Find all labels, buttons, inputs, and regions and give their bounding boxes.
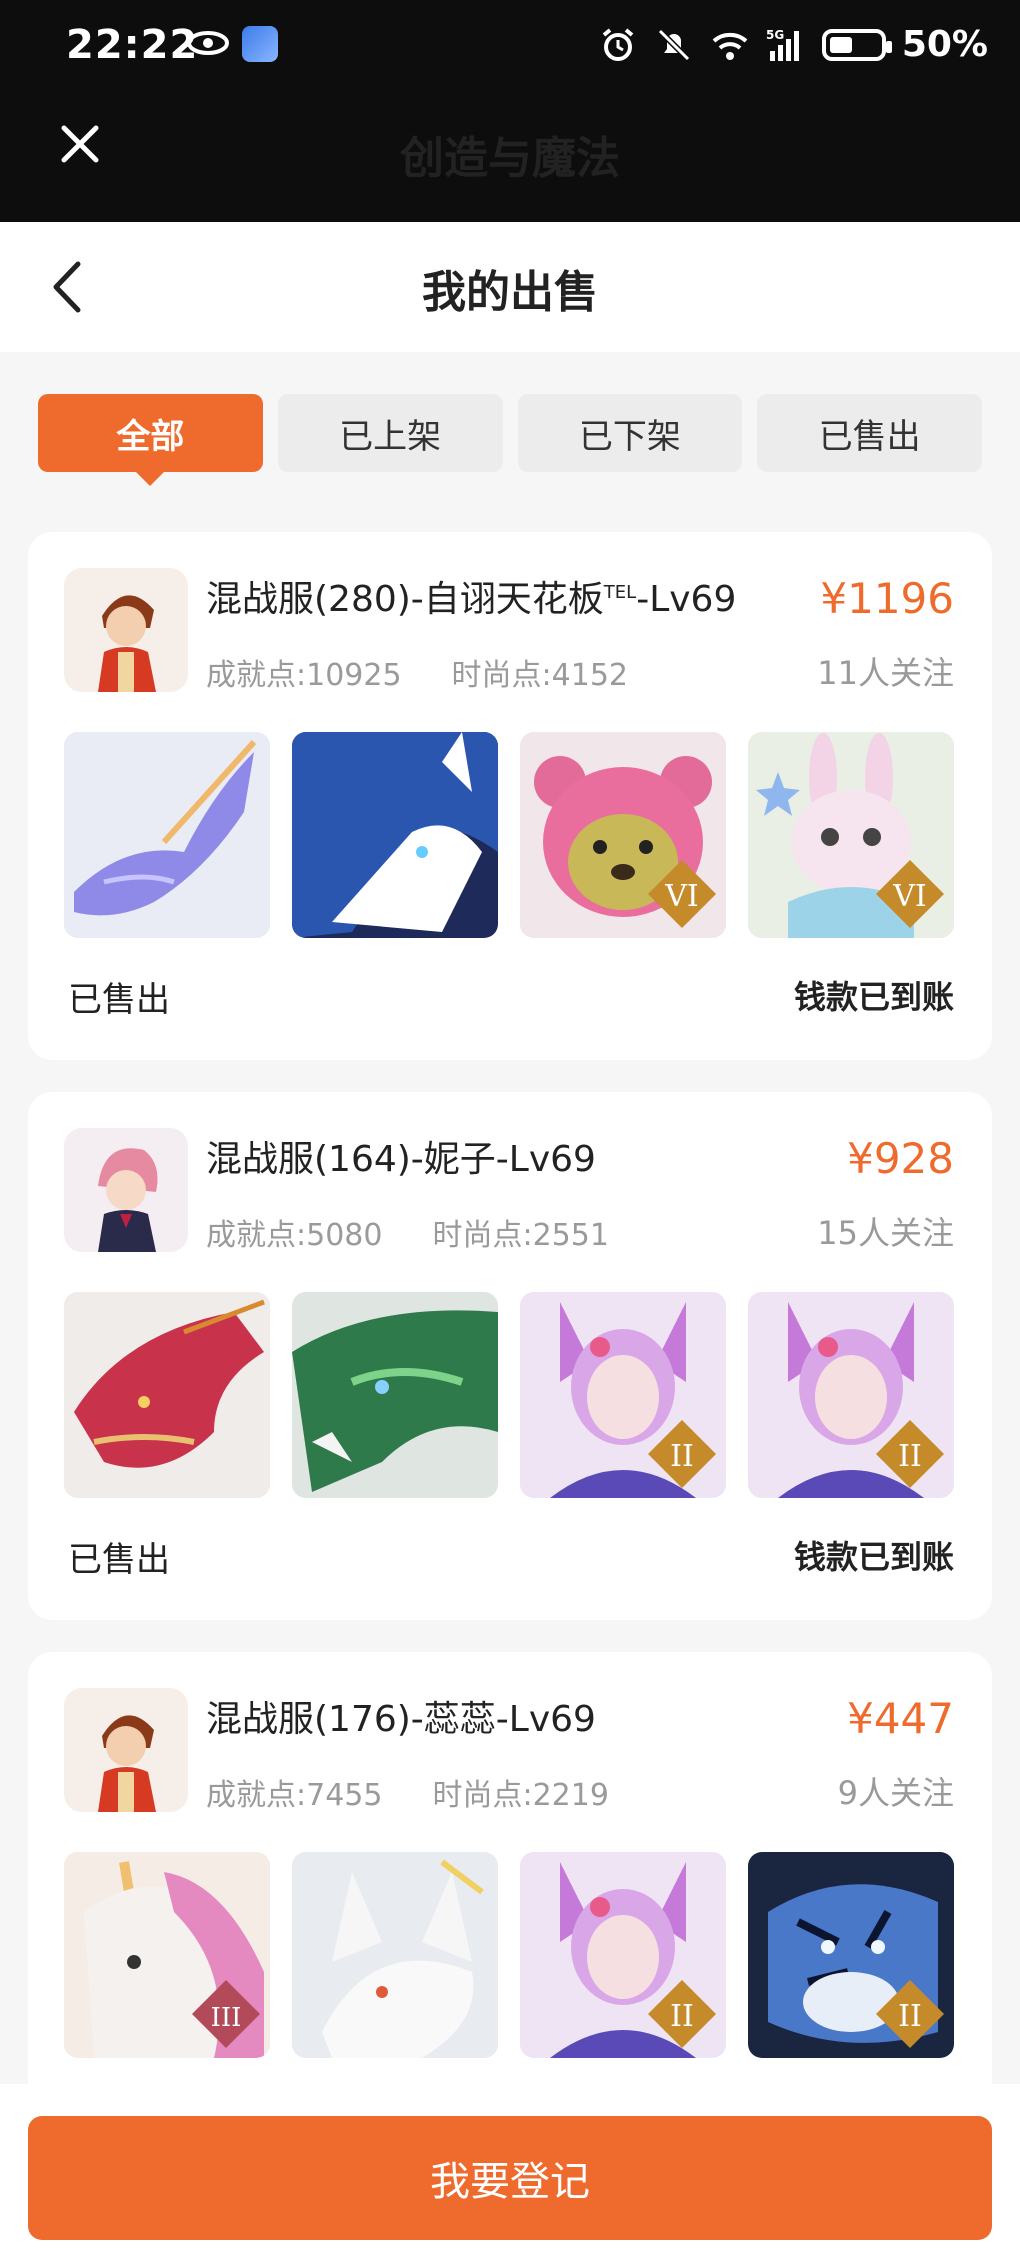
pink-bear-thumb: VI (520, 732, 726, 938)
svg-text:II: II (670, 1439, 694, 1474)
character-avatar (64, 1688, 188, 1812)
tier-badge: VI (876, 860, 944, 928)
blue-wolf-thumb (292, 732, 498, 938)
tier-badge: VI (648, 860, 716, 928)
tab-all[interactable]: 全部 (38, 394, 263, 486)
filter-tabs: 全部 已上架 已下架 已售出 (38, 394, 982, 486)
page-title: 我的出售 (422, 267, 598, 318)
purple-dragon-thumb (64, 732, 270, 938)
tab-delisted[interactable]: 已下架 (517, 394, 743, 472)
item-thumbnails: VI VI (64, 732, 954, 938)
fox-girl-thumb: II (520, 1292, 726, 1498)
listing-price: ¥928 (847, 1134, 954, 1183)
listing-card[interactable]: 混战服(280)-自诩天花板TEL-Lv69 ¥1196 成就点:10925 时尚… (28, 532, 992, 1060)
wifi-icon (712, 32, 748, 60)
listing-stats: 成就点:5080 时尚点:2551 (206, 1218, 609, 1253)
character-avatar (64, 1128, 188, 1252)
pink-rabbit-thumb: VI (748, 732, 954, 938)
alarm-icon (602, 27, 634, 61)
white-fox-thumb (292, 1852, 498, 2058)
sale-status: 已售出 (68, 1540, 170, 1580)
green-dragon-thumb (292, 1292, 498, 1498)
svg-text:5G: 5G (766, 28, 784, 42)
character-avatar (64, 568, 188, 692)
sale-status: 已售出 (68, 980, 170, 1020)
svg-text:II: II (670, 1999, 694, 2034)
tier-badge: II (648, 1420, 716, 1488)
listing-card[interactable]: 混战服(164)-妮子-Lv69 ¥928 成就点:5080 时尚点:2551 1… (28, 1092, 992, 1620)
red-dragon-thumb (64, 1292, 270, 1498)
listing-stats: 成就点:10925 时尚点:4152 (206, 658, 629, 693)
app-title: 创造与魔法 (400, 133, 620, 184)
listing-name: 混战服(164)-妮子-Lv69 (206, 1139, 596, 1180)
status-time: 22:22 (66, 22, 199, 68)
listing-price: ¥447 (847, 1694, 954, 1743)
battery-icon (821, 28, 892, 61)
payment-status: 钱款已到账 (793, 978, 954, 1016)
eye-icon (187, 31, 229, 55)
tab-sold[interactable]: 已售出 (757, 394, 982, 472)
mute-bell-icon (657, 28, 690, 61)
svg-text:II: II (898, 1439, 922, 1474)
blue-tiger-thumb: II (748, 1852, 954, 2058)
app-notification-icon (242, 26, 278, 62)
listing-name: 混战服(280)-自诩天花板TEL-Lv69 (206, 579, 737, 620)
follow-count: 15人关注 (817, 1214, 954, 1252)
status-bar: 22:22 5G 50% (0, 0, 1020, 100)
follow-count: 9人关注 (837, 1774, 954, 1812)
tier-badge: II (876, 1420, 944, 1488)
tier-badge: II (876, 1980, 944, 2048)
tier-badge: II (648, 1980, 716, 2048)
unicorn-thumb: III (64, 1852, 270, 2058)
svg-text:III: III (211, 2003, 242, 2033)
listing-stats: 成就点:7455 时尚点:2219 (206, 1778, 609, 1813)
signal-icon: 5G (766, 28, 799, 61)
payment-status: 钱款已到账 (793, 1538, 954, 1576)
fox-girl-thumb: II (748, 1292, 954, 1498)
tab-listed[interactable]: 已上架 (277, 394, 503, 472)
svg-text:II: II (898, 1999, 922, 2034)
follow-count: 11人关注 (817, 654, 954, 692)
item-thumbnails: II II (64, 1292, 954, 1498)
listing-name: 混战服(176)-蕊蕊-Lv69 (206, 1699, 596, 1740)
fox-girl-thumb: II (520, 1852, 726, 2058)
battery-percent: 50% (901, 24, 988, 65)
item-thumbnails: III II II (64, 1852, 954, 2058)
register-button[interactable]: 我要登记 (28, 2116, 992, 2240)
svg-text:VI: VI (892, 879, 927, 914)
tier-badge: III (192, 1980, 260, 2048)
listing-price: ¥1196 (820, 574, 954, 623)
svg-text:VI: VI (664, 879, 699, 914)
